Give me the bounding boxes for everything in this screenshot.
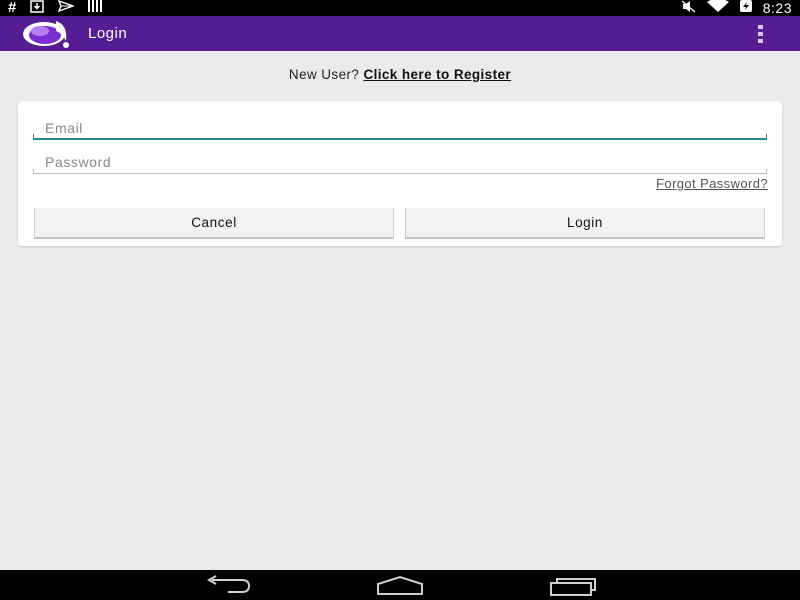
status-time: 8:23 — [762, 0, 792, 16]
back-icon[interactable] — [198, 574, 258, 596]
forgot-password-link[interactable]: Forgot Password? — [656, 176, 768, 191]
email-field[interactable] — [33, 116, 767, 139]
home-icon[interactable] — [370, 574, 430, 596]
login-button[interactable]: Login — [405, 208, 765, 239]
register-link[interactable]: Click here to Register — [363, 67, 511, 82]
status-bar: # 8:23 — [0, 0, 800, 16]
register-prompt: New User? — [288, 67, 360, 82]
cancel-button[interactable]: Cancel — [34, 208, 394, 239]
email-field-container — [33, 116, 767, 140]
hash-icon: # — [8, 0, 17, 16]
status-bar-right: 8:23 — [681, 0, 792, 16]
password-field-container — [33, 150, 767, 174]
register-prompt-line: New User? Click here to Register — [0, 67, 800, 82]
login-card: Forgot Password? Cancel Login — [18, 101, 782, 246]
wifi-icon — [706, 0, 729, 17]
recents-icon[interactable] — [544, 574, 604, 596]
download-icon — [30, 0, 45, 17]
overflow-menu-icon[interactable] — [754, 25, 766, 43]
navigation-bar — [0, 570, 800, 600]
password-field[interactable] — [33, 150, 767, 173]
status-bar-left: # — [8, 0, 103, 17]
action-bar-title: Login — [88, 25, 128, 42]
send-icon — [58, 0, 76, 16]
signal-bars-icon — [88, 0, 103, 16]
app-logo-icon — [22, 19, 74, 49]
battery-charging-icon — [739, 0, 753, 17]
action-bar: Login — [0, 16, 800, 51]
mute-icon — [681, 0, 697, 17]
